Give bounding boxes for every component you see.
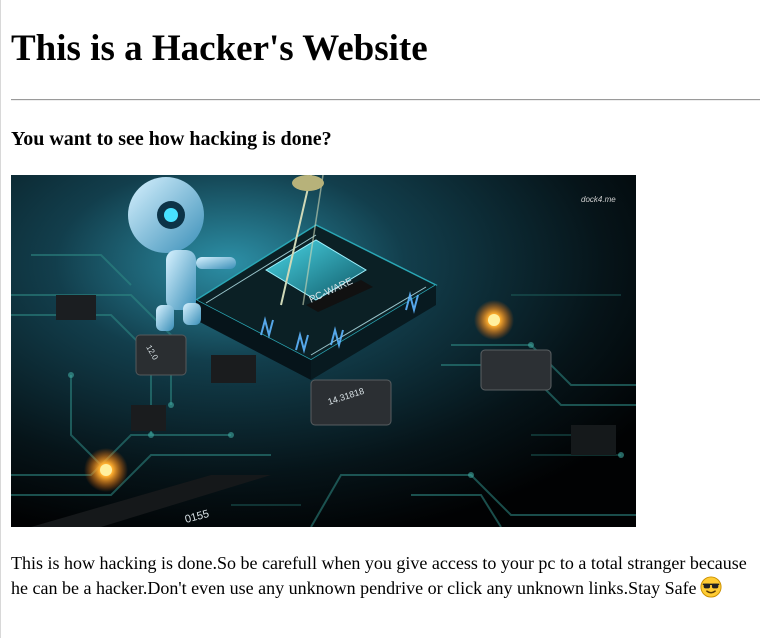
image-watermark: dock4.me (581, 195, 616, 204)
page-title: This is a Hacker's Website (11, 28, 428, 69)
description-paragraph: This is how hacking is done.So be carefu… (11, 552, 763, 600)
hero-image: PC-WARE 14.31818 0155 12.0 dock4.me (11, 175, 636, 527)
divider (11, 99, 760, 101)
section-subheading: You want to see how hacking is done? (11, 128, 332, 150)
sunglasses-face-icon (700, 575, 722, 598)
page-content: This is a Hacker's Website You want to s… (11, 0, 761, 638)
description-text: This is how hacking is done.So be carefu… (11, 553, 747, 598)
page-left-edge (0, 0, 1, 638)
